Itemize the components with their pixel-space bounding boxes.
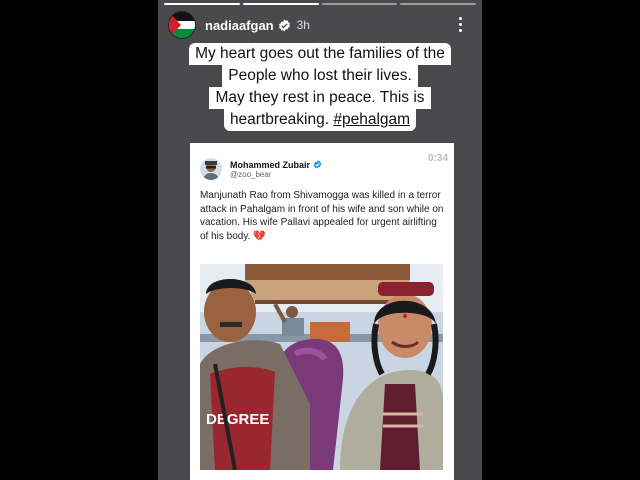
verified-badge-icon bbox=[313, 160, 322, 169]
hashtag-link[interactable]: #pehalgam bbox=[333, 111, 410, 128]
tweet-text: Manjunath Rao from Shivamogga was killed… bbox=[200, 189, 446, 244]
tweet-author-handle: @zoo_bear bbox=[230, 169, 272, 179]
caption-line: heartbreaking. #pehalgam bbox=[223, 109, 417, 131]
story-username[interactable]: nadiaafgan bbox=[205, 18, 274, 33]
tweet-header: Mohammed Zubair @zoo_bear bbox=[200, 158, 322, 180]
story-viewer: nadiaafgan 3h My heart goes out the fami… bbox=[158, 0, 482, 480]
broken-heart-emoji: 💔 bbox=[253, 231, 266, 243]
progress-segment bbox=[242, 3, 319, 5]
shared-tweet-card[interactable]: 0:34 Mohammed Zubair @zoo_bear Manjunath… bbox=[190, 143, 454, 480]
story-header: nadiaafgan 3h bbox=[168, 11, 472, 39]
tweet-body: Manjunath Rao from Shivamogga was killed… bbox=[200, 190, 444, 243]
tweet-photo[interactable]: DEGREE bbox=[200, 264, 443, 470]
tweet-author-avatar bbox=[200, 158, 222, 180]
progress-segment bbox=[400, 3, 476, 5]
palestine-flag-avatar[interactable] bbox=[168, 11, 196, 39]
caption-line: People who lost their lives. bbox=[222, 65, 418, 87]
progress-segment bbox=[164, 3, 240, 5]
tweet-author-name: Mohammed Zubair bbox=[230, 159, 311, 170]
caption-line: My heart goes out the families of the bbox=[189, 43, 451, 65]
verified-badge-icon bbox=[278, 19, 291, 32]
progress-segment bbox=[321, 3, 398, 5]
shirt-text: DEGREE bbox=[206, 411, 269, 428]
story-progress bbox=[164, 3, 476, 5]
caption-text: heartbreaking. bbox=[229, 111, 330, 128]
story-caption: My heart goes out the families of the Pe… bbox=[158, 43, 482, 131]
story-time: 3h bbox=[296, 18, 310, 32]
caption-line: May they rest in peace. This is bbox=[209, 87, 431, 109]
video-timestamp: 0:34 bbox=[427, 153, 448, 164]
more-vertical-icon[interactable] bbox=[450, 14, 470, 34]
